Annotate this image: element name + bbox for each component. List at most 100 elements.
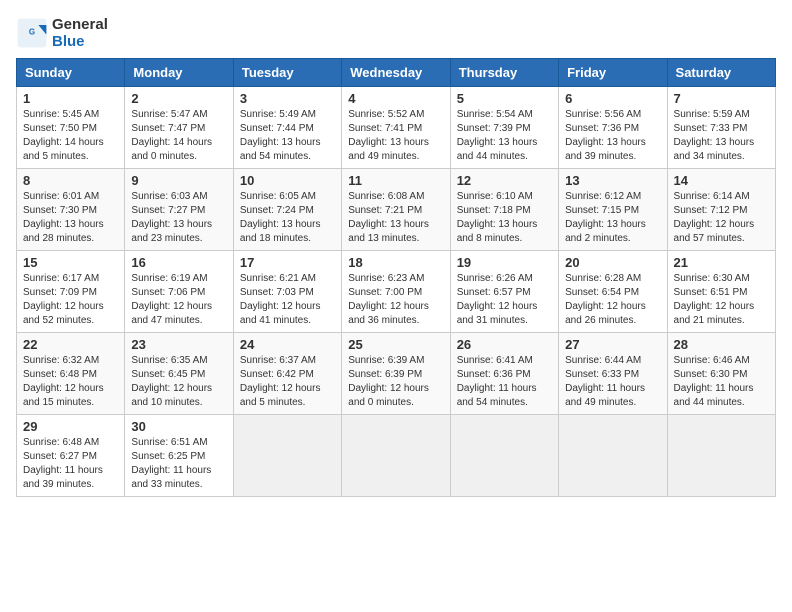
calendar-cell: 19Sunrise: 6:26 AMSunset: 6:57 PMDayligh… <box>450 251 558 333</box>
sunrise-text: Sunrise: 6:21 AM <box>240 273 316 284</box>
day-info: Sunrise: 6:08 AMSunset: 7:21 PMDaylight:… <box>348 190 443 246</box>
daylight-text: Daylight: 11 hours and 44 minutes. <box>674 383 754 408</box>
day-info: Sunrise: 5:54 AMSunset: 7:39 PMDaylight:… <box>457 108 552 164</box>
day-number: 21 <box>674 255 769 270</box>
day-number: 11 <box>348 173 443 188</box>
day-info: Sunrise: 6:10 AMSunset: 7:18 PMDaylight:… <box>457 190 552 246</box>
sunset-text: Sunset: 7:44 PM <box>240 123 314 134</box>
day-info: Sunrise: 6:17 AMSunset: 7:09 PMDaylight:… <box>23 272 118 328</box>
calendar-cell <box>342 415 450 497</box>
day-info: Sunrise: 6:26 AMSunset: 6:57 PMDaylight:… <box>457 272 552 328</box>
sunset-text: Sunset: 7:41 PM <box>348 123 422 134</box>
daylight-text: Daylight: 12 hours and 10 minutes. <box>131 383 212 408</box>
calendar-cell: 16 Sunrise: 6:19 AM Sunset: 7:06 PM Dayligh… <box>125 251 233 333</box>
sunrise-text: Sunrise: 6:48 AM <box>23 437 99 448</box>
calendar-week-2: 8Sunrise: 6:01 AMSunset: 7:30 PMDaylight… <box>17 169 776 251</box>
daylight-text: Daylight: 13 hours and 34 minutes. <box>674 137 755 162</box>
day-number: 6 <box>565 91 660 106</box>
sunset-text: Sunset: 6:36 PM <box>457 369 531 380</box>
sunrise-text: Sunrise: 6:35 AM <box>131 355 207 366</box>
day-info: Sunrise: 6:23 AMSunset: 7:00 PMDaylight:… <box>348 272 443 328</box>
sunset-text: Sunset: 7:47 PM <box>131 123 205 134</box>
calendar-cell: 4Sunrise: 5:52 AMSunset: 7:41 PMDaylight… <box>342 87 450 169</box>
daylight-text: Daylight: 11 hours and 54 minutes. <box>457 383 537 408</box>
day-number: 3 <box>240 91 335 106</box>
sunset-text: Sunset: 6:39 PM <box>348 369 422 380</box>
sunrise-text: Sunrise: 6:05 AM <box>240 191 316 202</box>
sunrise-text: Sunrise: 6:32 AM <box>23 355 99 366</box>
page-header: G General Blue <box>16 16 776 50</box>
sunset-text: Sunset: 6:25 PM <box>131 451 205 462</box>
daylight-text: Daylight: 13 hours and 13 minutes. <box>348 219 429 244</box>
calendar-cell: 11 Sunrise: 6:08 AMSunset: 7:21 PMDayligh… <box>342 169 450 251</box>
sunset-text: Sunset: 7:12 PM <box>674 205 748 216</box>
sunrise-text: Sunrise: 6:46 AM <box>674 355 750 366</box>
day-info: Sunrise: 6:14 AMSunset: 7:12 PMDaylight:… <box>674 190 769 246</box>
daylight-text: Daylight: 13 hours and 44 minutes. <box>457 137 538 162</box>
daylight-text: Daylight: 12 hours and 31 minutes. <box>457 301 538 326</box>
sunset-text: Sunset: 7:39 PM <box>457 123 531 134</box>
day-info: Sunrise: 6:05 AMSunset: 7:24 PMDaylight:… <box>240 190 335 246</box>
calendar-cell: 13Sunrise: 6:12 AMSunset: 7:15 PMDayligh… <box>559 169 667 251</box>
sunset-text: Sunset: 7:06 PM <box>131 287 205 298</box>
calendar-cell: 18Sunrise: 6:23 AMSunset: 7:00 PMDayligh… <box>342 251 450 333</box>
calendar-cell: 3Sunrise: 5:49 AMSunset: 7:44 PMDaylight… <box>233 87 341 169</box>
day-number: 14 <box>674 173 769 188</box>
day-number: 10 <box>240 173 335 188</box>
day-info: Sunrise: 6:35 AMSunset: 6:45 PMDaylight:… <box>131 354 226 410</box>
sunrise-text: Sunrise: 5:47 AM <box>131 109 207 120</box>
logo-line1: General <box>52 16 108 33</box>
daylight-text: Daylight: 12 hours and 47 minutes. <box>131 301 212 326</box>
day-number: 22 <box>23 337 118 352</box>
calendar-cell: 23Sunrise: 6:35 AMSunset: 6:45 PMDayligh… <box>125 333 233 415</box>
calendar-cell: 5 Sunrise: 5:54 AMSunset: 7:39 PMDaylight… <box>450 87 558 169</box>
day-number: 9 <box>131 173 226 188</box>
calendar-cell: 14 Sunrise: 6:14 AMSunset: 7:12 PMDayligh… <box>667 169 775 251</box>
sunrise-text: Sunrise: 6:12 AM <box>565 191 641 202</box>
day-number: 2 <box>131 91 226 106</box>
daylight-text: Daylight: 13 hours and 8 minutes. <box>457 219 538 244</box>
sunrise-text: Sunrise: 6:44 AM <box>565 355 641 366</box>
sunset-text: Sunset: 7:03 PM <box>240 287 314 298</box>
logo: G General Blue <box>16 16 108 50</box>
daylight-text: Daylight: 13 hours and 18 minutes. <box>240 219 321 244</box>
sunset-text: Sunset: 7:50 PM <box>23 123 97 134</box>
day-info: Sunrise: 6:19 AM Sunset: 7:06 PM Daylight:… <box>131 272 226 328</box>
sunrise-text: Sunrise: 6:28 AM <box>565 273 641 284</box>
sunset-text: Sunset: 7:18 PM <box>457 205 531 216</box>
day-number: 26 <box>457 337 552 352</box>
sunrise-text: Sunrise: 5:52 AM <box>348 109 424 120</box>
sunset-text: Sunset: 7:36 PM <box>565 123 639 134</box>
calendar-cell: 20Sunrise: 6:28 AMSunset: 6:54 PMDayligh… <box>559 251 667 333</box>
sunset-text: Sunset: 7:09 PM <box>23 287 97 298</box>
sunset-text: Sunset: 7:33 PM <box>674 123 748 134</box>
day-number: 4 <box>348 91 443 106</box>
daylight-text: Daylight: 14 hours and 0 minutes. <box>131 137 212 162</box>
calendar-cell: 9Sunrise: 6:03 AMSunset: 7:27 PMDaylight… <box>125 169 233 251</box>
calendar-week-3: 15Sunrise: 6:17 AMSunset: 7:09 PMDayligh… <box>17 251 776 333</box>
day-info: Sunrise: 6:32 AMSunset: 6:48 PMDaylight:… <box>23 354 118 410</box>
day-header-saturday: Saturday <box>667 59 775 87</box>
sunrise-text: Sunrise: 6:30 AM <box>674 273 750 284</box>
calendar-week-1: 1Sunrise: 5:45 AMSunset: 7:50 PMDaylight… <box>17 87 776 169</box>
day-header-wednesday: Wednesday <box>342 59 450 87</box>
day-info: Sunrise: 6:41 AMSunset: 6:36 PMDaylight:… <box>457 354 552 410</box>
day-number: 5 <box>457 91 552 106</box>
logo-icon: G <box>16 17 48 49</box>
daylight-text: Daylight: 12 hours and 52 minutes. <box>23 301 104 326</box>
sunset-text: Sunset: 6:30 PM <box>674 369 748 380</box>
day-number: 29 <box>23 419 118 434</box>
sunrise-text: Sunrise: 6:03 AM <box>131 191 207 202</box>
calendar-cell: 2 Sunrise: 5:47 AM Sunset: 7:47 PM Daylight… <box>125 87 233 169</box>
day-info: Sunrise: 6:44 AMSunset: 6:33 PMDaylight:… <box>565 354 660 410</box>
sunrise-text: Sunrise: 5:56 AM <box>565 109 641 120</box>
daylight-text: Daylight: 12 hours and 26 minutes. <box>565 301 646 326</box>
day-info: Sunrise: 6:51 AMSunset: 6:25 PMDaylight:… <box>131 436 226 492</box>
sunrise-text: Sunrise: 6:19 AM <box>131 273 207 284</box>
sunset-text: Sunset: 6:33 PM <box>565 369 639 380</box>
calendar-week-4: 22 Sunrise: 6:32 AMSunset: 6:48 PMDayligh… <box>17 333 776 415</box>
day-number: 16 <box>131 255 226 270</box>
calendar-cell: 21Sunrise: 6:30 AMSunset: 6:51 PMDayligh… <box>667 251 775 333</box>
day-info: Sunrise: 5:56 AMSunset: 7:36 PMDaylight:… <box>565 108 660 164</box>
day-info: Sunrise: 6:01 AMSunset: 7:30 PMDaylight:… <box>23 190 118 246</box>
